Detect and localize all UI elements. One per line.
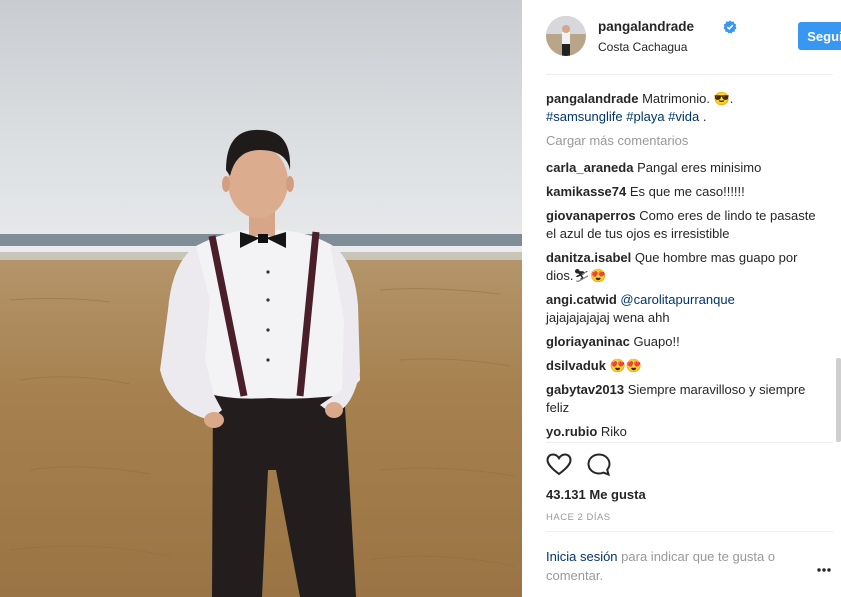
- avatar-image: [546, 16, 586, 56]
- post-side-panel: pangalandrade Costa Cachagua Seguir pang…: [522, 0, 841, 597]
- comment: gabytav2013 Siempre maravilloso y siempr…: [546, 381, 821, 417]
- comment-username[interactable]: kamikasse74: [546, 184, 626, 199]
- comment-username[interactable]: carla_araneda: [546, 160, 633, 175]
- comment-username[interactable]: gloriayaninac: [546, 334, 630, 349]
- comment-text: jajajajajajaj wena ahh: [546, 310, 670, 325]
- comment-text: Guapo!!: [633, 334, 680, 349]
- comment-username[interactable]: angi.catwid: [546, 292, 617, 307]
- comment-username[interactable]: danitza.isabel: [546, 250, 631, 265]
- heart-icon[interactable]: [546, 452, 572, 478]
- caption-username[interactable]: pangalandrade: [546, 91, 638, 106]
- more-options-icon[interactable]: [816, 566, 832, 574]
- header-divider: [546, 74, 833, 75]
- comment: angi.catwid @carolitapurranque jajajajaj…: [546, 291, 821, 327]
- post-header: pangalandrade Costa Cachagua Seguir: [546, 16, 841, 58]
- comments-list: pangalandrade Matrimonio. 😎. #samsunglif…: [546, 90, 821, 447]
- follow-button[interactable]: Seguir: [798, 22, 841, 50]
- comment: gloriayaninac Guapo!!: [546, 333, 821, 351]
- comment-text: 😍😍: [609, 358, 642, 373]
- comment-text: Pangal eres minisimo: [637, 160, 762, 175]
- comment: dsilvaduk 😍😍: [546, 357, 821, 375]
- comments-scrollbar[interactable]: [836, 358, 841, 442]
- post-actions: [546, 452, 626, 480]
- comments-divider: [546, 442, 833, 443]
- comment-bubble-icon[interactable]: [586, 452, 612, 478]
- caption-text: Matrimonio. 😎.: [642, 91, 734, 106]
- comment-username[interactable]: giovanaperros: [546, 208, 636, 223]
- hashtag-vida[interactable]: #vida: [668, 109, 699, 124]
- hashtag-playa[interactable]: #playa: [626, 109, 664, 124]
- comment: yo.rubio Riko: [546, 423, 821, 441]
- caption-tail: .: [702, 109, 707, 124]
- comment: carla_araneda Pangal eres minisimo: [546, 159, 821, 177]
- likes-count[interactable]: 43.131 Me gusta: [546, 487, 646, 502]
- comment: danitza.isabel Que hombre mas guapo por …: [546, 249, 821, 285]
- post-photo[interactable]: [0, 0, 522, 597]
- login-prompt: Inicia sesión para indicar que te gusta …: [546, 547, 806, 585]
- post-username[interactable]: pangalandrade: [598, 19, 694, 34]
- comment-username[interactable]: gabytav2013: [546, 382, 624, 397]
- comment: kamikasse74 Es que me caso!!!!!!: [546, 183, 821, 201]
- verified-badge-icon: [723, 20, 737, 34]
- login-link[interactable]: Inicia sesión: [546, 549, 618, 564]
- comment-text: Riko: [600, 424, 627, 439]
- comment-username[interactable]: yo.rubio: [546, 424, 597, 439]
- post-timestamp[interactable]: HACE 2 DÍAS: [546, 512, 611, 523]
- comment-mention[interactable]: @carolitapurranque: [620, 292, 734, 307]
- load-more-comments-link[interactable]: Cargar más comentarios: [546, 132, 821, 150]
- post-location[interactable]: Costa Cachagua: [598, 40, 687, 54]
- avatar[interactable]: [546, 16, 586, 56]
- footer-divider: [546, 531, 833, 532]
- post-photo-image: [0, 0, 522, 597]
- hashtag-samsunglife[interactable]: #samsunglife: [546, 109, 623, 124]
- comment-text: Es que me caso!!!!!!: [629, 184, 745, 199]
- comment-username[interactable]: dsilvaduk: [546, 358, 606, 373]
- comment: giovanaperros Como eres de lindo te pasa…: [546, 207, 821, 243]
- caption: pangalandrade Matrimonio. 😎. #samsunglif…: [546, 90, 821, 126]
